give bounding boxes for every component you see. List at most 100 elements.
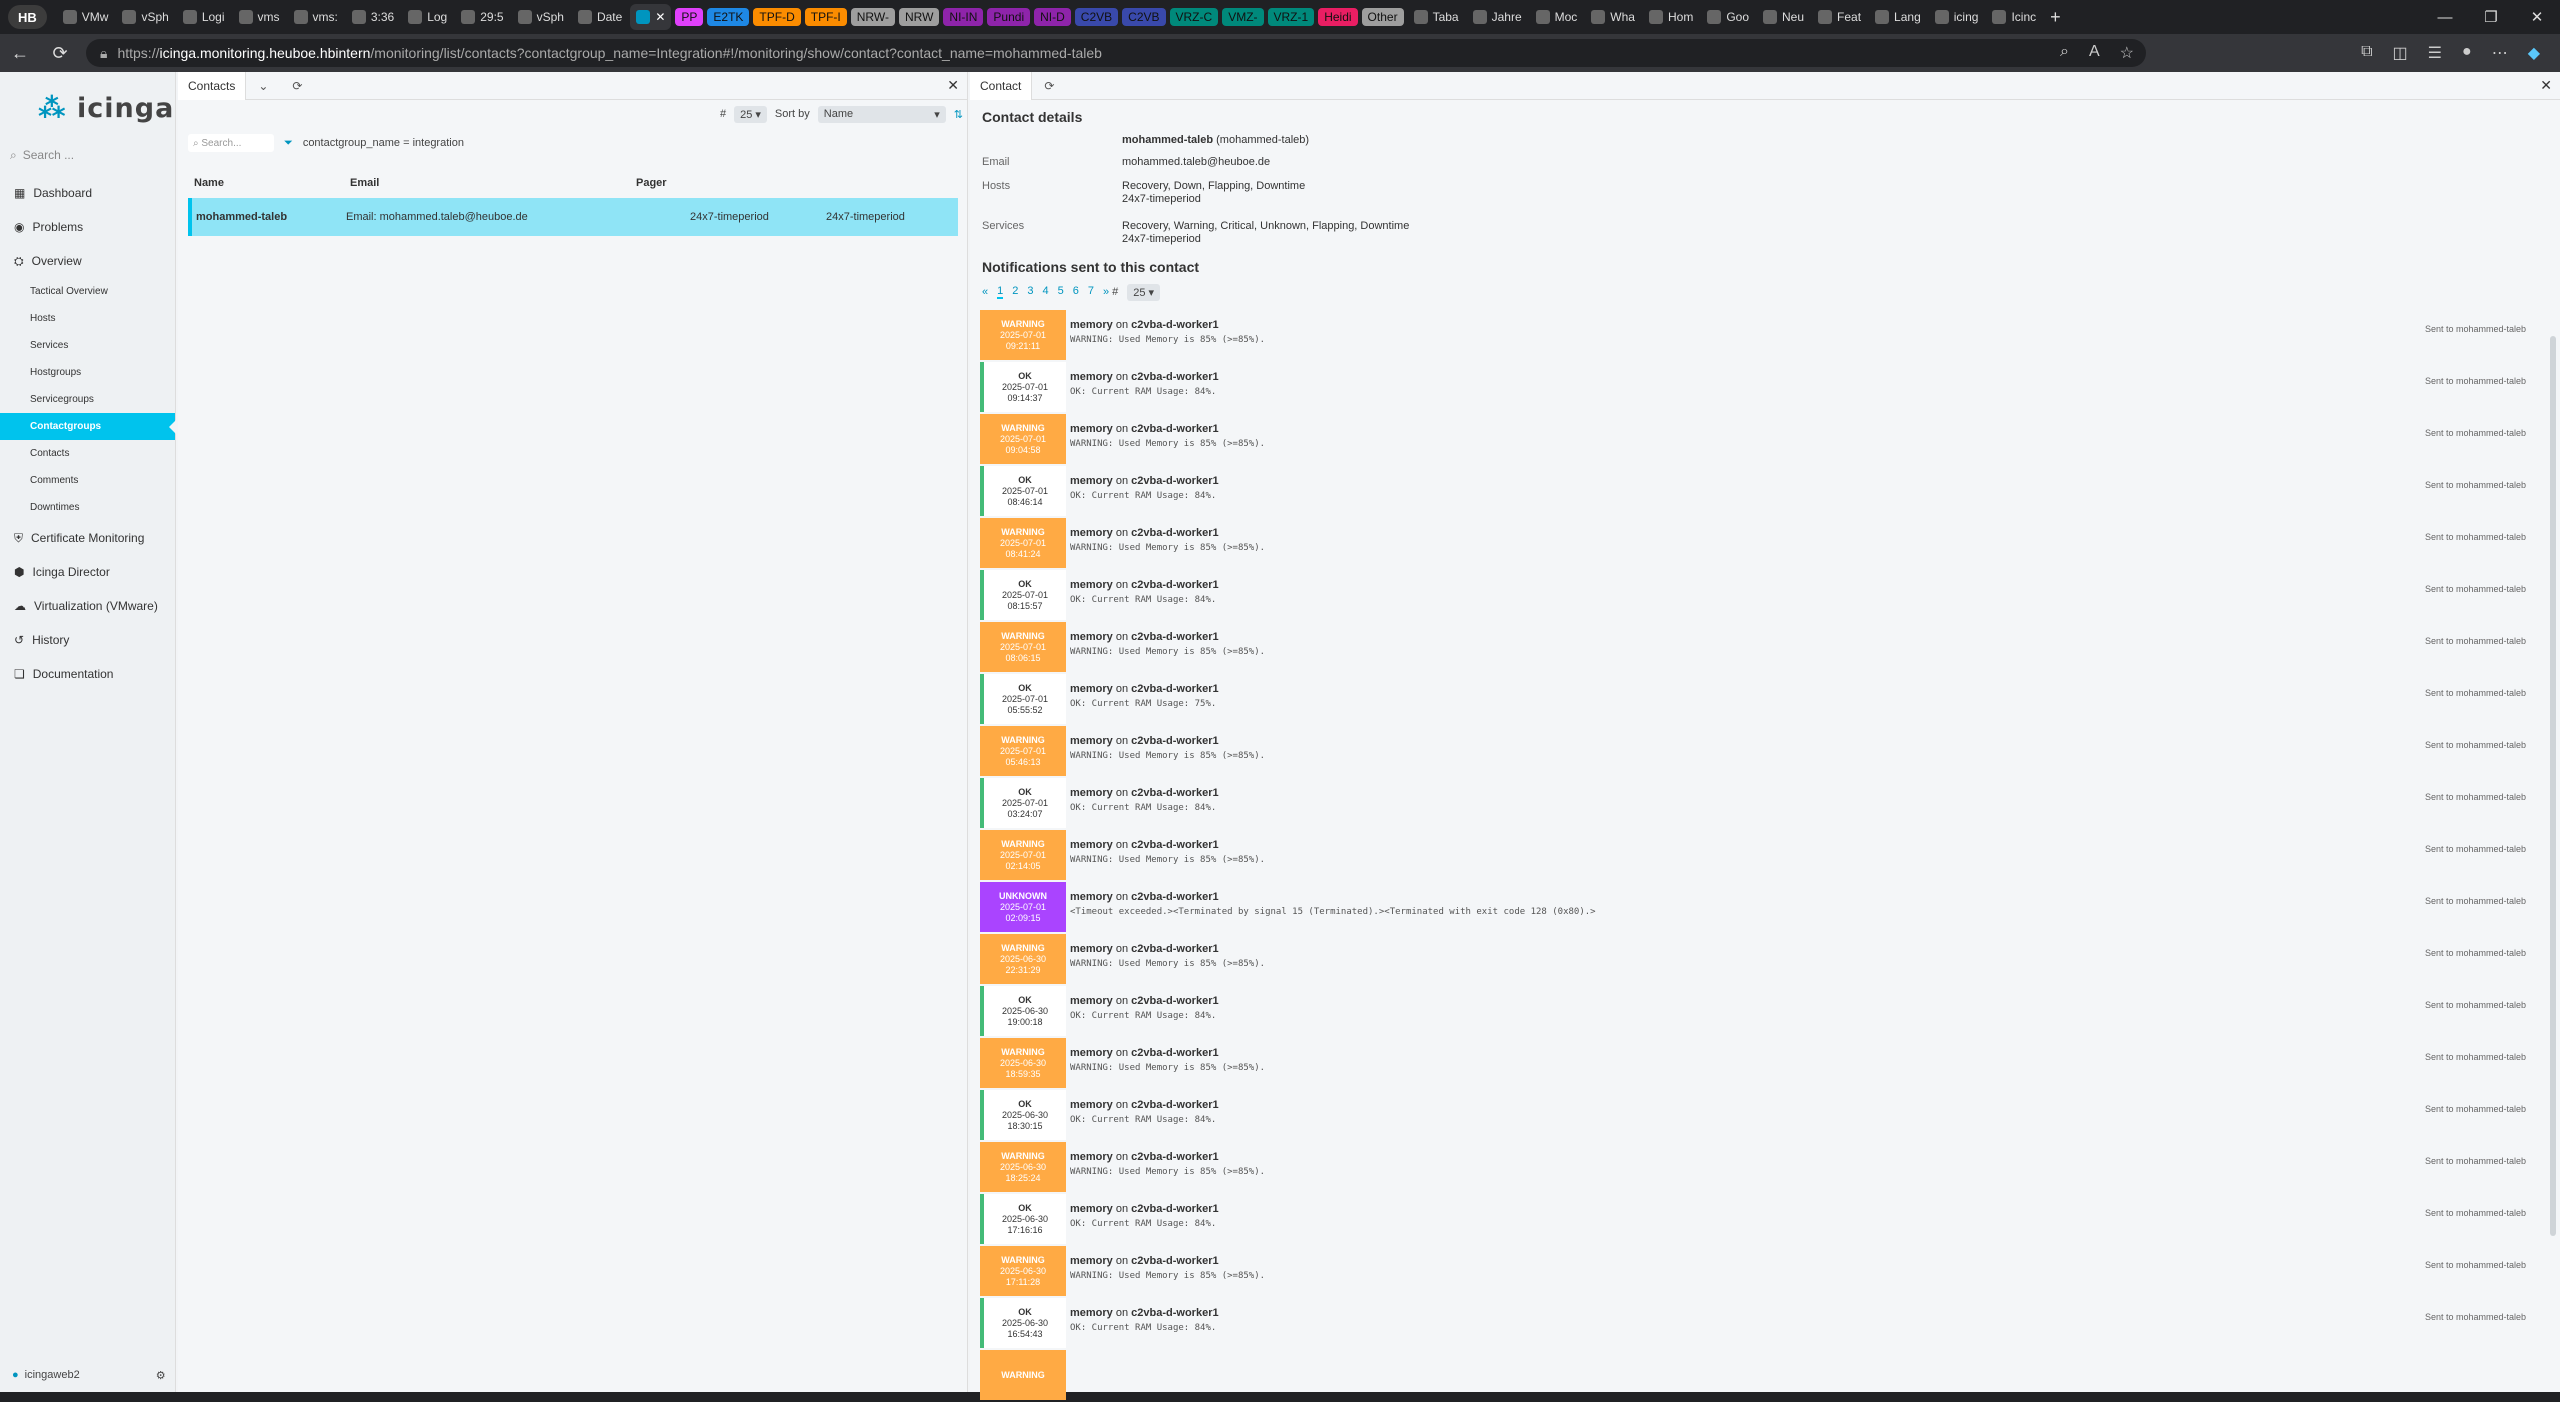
sidebar-subitem-downtimes[interactable]: Downtimes (0, 494, 175, 521)
service-name[interactable]: memory (1070, 1307, 1113, 1319)
host-name[interactable]: c2vba-d-worker1 (1131, 1255, 1218, 1267)
service-name[interactable]: memory (1070, 683, 1113, 695)
notification-row[interactable]: WARNING 2025-07-01 09:04:58 memory on c2vba… (980, 414, 2560, 466)
host-name[interactable]: c2vba-d-worker1 (1131, 1099, 1218, 1111)
service-name[interactable]: memory (1070, 1151, 1113, 1163)
tab-group[interactable]: C2VB (1122, 8, 1166, 26)
header-name[interactable]: Name (194, 177, 350, 189)
header-pager[interactable]: Pager (636, 177, 667, 189)
zoom-icon[interactable]: ⌕ (2060, 43, 2069, 63)
tab-group[interactable]: VRZ-C (1169, 8, 1219, 26)
sidebar-subitem-services[interactable]: Services (0, 332, 175, 359)
close-window-icon[interactable]: ✕ (2514, 0, 2560, 34)
service-name[interactable]: memory (1070, 1099, 1113, 1111)
contact-name[interactable]: mohammed-taleb (192, 211, 346, 223)
minimize-icon[interactable]: — (2422, 0, 2468, 34)
notification-row[interactable]: WARNING (980, 1350, 2560, 1402)
host-name[interactable]: c2vba-d-worker1 (1131, 1151, 1218, 1163)
sidebar-item-overview[interactable]: ⛭ Overview (0, 244, 175, 278)
browser-tab[interactable]: Logi (177, 4, 231, 30)
active-tab[interactable]: ✕ (630, 4, 672, 30)
active-filter[interactable]: contactgroup_name = integration (303, 137, 464, 149)
tab-group[interactable]: VRZ-1 (1267, 8, 1315, 26)
host-name[interactable]: c2vba-d-worker1 (1131, 839, 1218, 851)
contacts-search-input[interactable]: ⌕ Search... (188, 134, 274, 152)
sidebar-subitem-tactical-overview[interactable]: Tactical Overview (0, 278, 175, 305)
service-name[interactable]: memory (1070, 631, 1113, 643)
url-field[interactable]: 🔒︎ https://icinga.monitoring.heuboe.hbin… (86, 39, 2146, 67)
new-tab-button[interactable]: + (2044, 4, 2067, 30)
service-name[interactable]: memory (1070, 787, 1113, 799)
sidebar-item-documentation[interactable]: ❏ Documentation (0, 657, 175, 691)
service-name[interactable]: memory (1070, 995, 1113, 1007)
back-icon[interactable]: ← (0, 34, 40, 72)
refresh-icon[interactable]: ⟳ (1032, 79, 1066, 93)
service-name[interactable]: memory (1070, 319, 1113, 331)
service-name[interactable]: memory (1070, 1203, 1113, 1215)
user-name[interactable]: icingaweb2 (25, 1369, 80, 1381)
scrollbar[interactable] (2550, 336, 2556, 1236)
notification-row[interactable]: OK 2025-07-01 03:24:07 memory on c2vba-d-wo… (980, 778, 2560, 830)
service-name[interactable]: memory (1070, 1047, 1113, 1059)
browser-tab[interactable]: vSph (512, 4, 570, 30)
more-menu-icon[interactable]: ⋯ (2492, 43, 2508, 63)
sidebar-subitem-hosts[interactable]: Hosts (0, 305, 175, 332)
browser-tab[interactable]: Neu (1757, 4, 1810, 30)
notification-row[interactable]: WARNING 2025-07-01 08:41:24 memory on c2vba… (980, 518, 2560, 570)
browser-tab[interactable]: vms: (288, 4, 344, 30)
host-name[interactable]: c2vba-d-worker1 (1131, 1047, 1218, 1059)
host-name[interactable]: c2vba-d-worker1 (1131, 423, 1218, 435)
browser-tab[interactable]: Date (572, 4, 628, 30)
sort-select[interactable]: Name ▾ (817, 105, 946, 123)
page-link[interactable]: 4 (1043, 285, 1049, 299)
notification-row[interactable]: OK 2025-07-01 09:14:37 memory on c2vba-d-wo… (980, 362, 2560, 414)
host-name[interactable]: c2vba-d-worker1 (1131, 631, 1218, 643)
notification-row[interactable]: WARNING 2025-07-01 02:14:05 memory on c2vba… (980, 830, 2560, 882)
pager-limit-select[interactable]: 25 ▾ (1127, 283, 1161, 301)
browser-tab[interactable]: Feat (1812, 4, 1867, 30)
limit-select[interactable]: 25 ▾ (734, 105, 767, 123)
notification-row[interactable]: WARNING 2025-06-30 17:11:28 memory on c2vba… (980, 1246, 2560, 1298)
copilot-icon[interactable]: ◆ (2528, 43, 2540, 63)
notification-row[interactable]: OK 2025-07-01 08:46:14 memory on c2vba-d-wo… (980, 466, 2560, 518)
prev-page[interactable]: « (982, 286, 988, 298)
service-name[interactable]: memory (1070, 943, 1113, 955)
service-name[interactable]: memory (1070, 891, 1113, 903)
tab-group[interactable]: NI-IN (943, 8, 984, 26)
icinga-logo[interactable]: ⁂ icinga (0, 72, 175, 144)
avatar[interactable]: ● (2462, 43, 2472, 63)
browser-tab[interactable]: 29:5 (455, 4, 509, 30)
page-link[interactable]: 2 (1012, 285, 1018, 299)
notification-row[interactable]: WARNING 2025-07-01 08:06:15 memory on c2vba… (980, 622, 2560, 674)
tab-group[interactable]: E2TK (707, 8, 750, 26)
tab-group[interactable]: NI-D (1034, 8, 1071, 26)
service-name[interactable]: memory (1070, 839, 1113, 851)
collections-icon[interactable]: ☰ (2428, 43, 2442, 63)
tab-group[interactable]: Other (1361, 8, 1404, 26)
close-tab-icon[interactable]: ✕ (655, 10, 665, 24)
host-name[interactable]: c2vba-d-worker1 (1131, 1203, 1218, 1215)
tab-group[interactable]: NRW- (850, 8, 895, 26)
host-name[interactable]: c2vba-d-worker1 (1131, 995, 1218, 1007)
notification-row[interactable]: WARNING 2025-06-30 18:59:35 memory on c2vba… (980, 1038, 2560, 1090)
sidebar-subitem-contacts[interactable]: Contacts (0, 440, 175, 467)
host-name[interactable]: c2vba-d-worker1 (1131, 475, 1218, 487)
sort-direction-icon[interactable]: ⇅ (954, 108, 963, 121)
favorite-star-icon[interactable]: ☆ (2120, 43, 2134, 63)
tab-group[interactable]: C2VB (1074, 8, 1119, 26)
notification-row[interactable]: WARNING 2025-07-01 09:21:11 memory on c2vba… (980, 310, 2560, 362)
notification-row[interactable]: OK 2025-07-01 05:55:52 memory on c2vba-d-wo… (980, 674, 2560, 726)
sidebar-subitem-servicegroups[interactable]: Servicegroups (0, 386, 175, 413)
browser-tab[interactable]: Taba (1408, 4, 1465, 30)
page-link[interactable]: 1 (997, 285, 1004, 299)
close-column-icon[interactable]: ✕ (2540, 77, 2560, 94)
settings-gear-icon[interactable]: ⚙ (156, 1369, 166, 1382)
host-name[interactable]: c2vba-d-worker1 (1131, 891, 1218, 903)
host-name[interactable]: c2vba-d-worker1 (1131, 943, 1218, 955)
tab-group[interactable]: Heidi (1318, 8, 1358, 26)
browser-tab[interactable]: Jahre (1467, 4, 1528, 30)
filter-icon[interactable]: ⏷ (284, 137, 293, 150)
host-name[interactable]: c2vba-d-worker1 (1131, 319, 1218, 331)
notification-row[interactable]: WARNING 2025-07-01 05:46:13 memory on c2vba… (980, 726, 2560, 778)
host-name[interactable]: c2vba-d-worker1 (1131, 787, 1218, 799)
